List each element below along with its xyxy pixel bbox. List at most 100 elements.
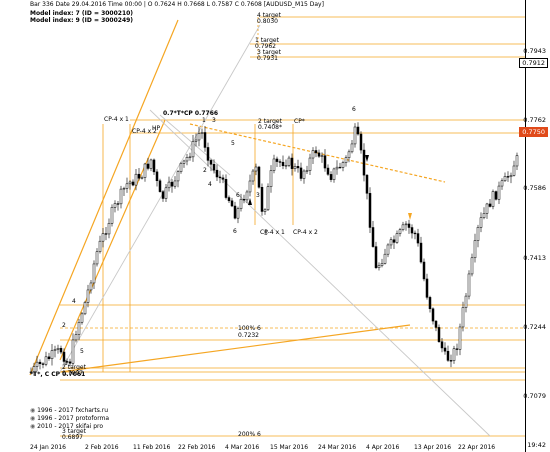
wave-label: 6 — [233, 228, 237, 235]
candle-body — [71, 339, 75, 364]
candle-body — [164, 187, 168, 199]
candle-body — [143, 163, 147, 178]
candle-body — [185, 157, 189, 162]
trend-line — [29, 19, 179, 376]
candle-body — [263, 209, 267, 212]
copyright-line: 1996 - 2017 protoforma — [30, 415, 109, 422]
candle-body — [296, 166, 300, 169]
wave-label: 4 — [208, 181, 212, 188]
candle-body — [284, 165, 288, 167]
annotation: *T*, C CP 0.7061 — [30, 371, 86, 378]
candle-body — [503, 176, 507, 182]
candle-body — [104, 233, 108, 235]
wave-label: 4 — [72, 298, 76, 305]
candle-body — [368, 193, 372, 228]
candle-body — [131, 181, 135, 186]
candle-body — [311, 150, 315, 159]
candle-body — [479, 217, 483, 228]
candle-body — [506, 176, 510, 178]
candle-body — [56, 348, 60, 350]
candle-body — [386, 244, 390, 255]
candle-body — [395, 233, 399, 243]
candle-body — [326, 167, 330, 175]
candle-body — [332, 168, 336, 180]
date-tick: 4 Mar 2016 — [225, 444, 260, 451]
date-tick: 22 Apr 2016 — [458, 444, 496, 451]
candle-body — [149, 159, 153, 169]
candle-body — [389, 239, 393, 246]
wave-label: 2 — [203, 167, 207, 174]
candle-body — [377, 265, 381, 268]
wave-label: 3 — [256, 192, 260, 199]
bar-info: Bar 336 Date 29.04.2016 Time 00:00 | O 0… — [30, 1, 324, 8]
candle-body — [308, 157, 312, 171]
candle-body — [410, 227, 414, 234]
candle-body — [227, 197, 231, 202]
candle-body — [170, 181, 174, 187]
candle-body — [251, 170, 255, 182]
candle-body — [245, 191, 249, 201]
price-highlight: 0.7912 — [519, 58, 548, 68]
annotation: 0.7931 — [257, 55, 278, 62]
price-tick: 0.7762 — [523, 116, 546, 124]
candle-body — [467, 273, 471, 297]
candle-body — [317, 152, 321, 157]
candle-body — [176, 171, 180, 182]
candle-body — [122, 188, 126, 190]
candle-body — [125, 183, 129, 189]
candle-body — [80, 313, 84, 323]
arrows — [248, 155, 412, 220]
candle-body — [446, 350, 450, 361]
candle-body — [425, 278, 429, 298]
down-arrow-icon — [365, 155, 369, 162]
annotation: 0.7*T*CP 0.7766 — [163, 110, 219, 117]
candle-body — [134, 173, 138, 186]
candle-body — [473, 240, 477, 259]
candle-body — [350, 143, 354, 153]
price-chart[interactable] — [0, 0, 526, 452]
candle-body — [269, 170, 273, 187]
candle-body — [380, 263, 384, 266]
candle-body — [497, 185, 501, 200]
candle-body — [50, 350, 54, 359]
candle-body — [362, 149, 366, 176]
candle-body — [434, 320, 438, 328]
candle-body — [212, 164, 216, 171]
candle-body — [398, 229, 402, 234]
down-arrow-icon — [408, 213, 412, 220]
candle-body — [179, 163, 183, 172]
candle-body — [110, 207, 114, 224]
candle-body — [155, 171, 159, 182]
candle-body — [77, 321, 81, 335]
wave-label: 1 — [202, 117, 206, 124]
candle-body — [512, 165, 516, 176]
candle-body — [440, 341, 444, 349]
candle-body — [320, 155, 324, 157]
candle-body — [239, 199, 243, 209]
candle-body — [335, 166, 339, 170]
candle-body — [161, 191, 165, 199]
wave-label: 5 — [80, 348, 84, 355]
candle-body — [107, 223, 111, 235]
candle-body — [83, 302, 87, 315]
annotation: 0.7408* — [258, 124, 282, 131]
wave-label: 5 — [231, 140, 235, 147]
candle-body — [215, 169, 219, 178]
candle-body — [119, 188, 123, 205]
candle-body — [491, 191, 495, 207]
candle-body — [128, 181, 132, 185]
candle-body — [59, 348, 63, 353]
annotation: 200% 6 — [238, 431, 261, 438]
candle-body — [41, 363, 45, 365]
model-line-1: Model index: 7 (ID = 3000210) — [30, 10, 134, 17]
candle-body — [116, 203, 120, 205]
price-tick: 0.7943 — [523, 47, 546, 55]
candle-body — [152, 159, 156, 173]
wave-label: 6 — [352, 106, 356, 113]
candle-body — [281, 161, 285, 167]
wave-label: 2 — [62, 322, 66, 329]
candle-body — [89, 282, 93, 291]
candle-body — [299, 167, 303, 179]
candle-body — [371, 227, 375, 247]
chart-window[interactable]: Bar 336 Date 29.04.2016 Time 00:00 | O 0… — [0, 0, 550, 452]
